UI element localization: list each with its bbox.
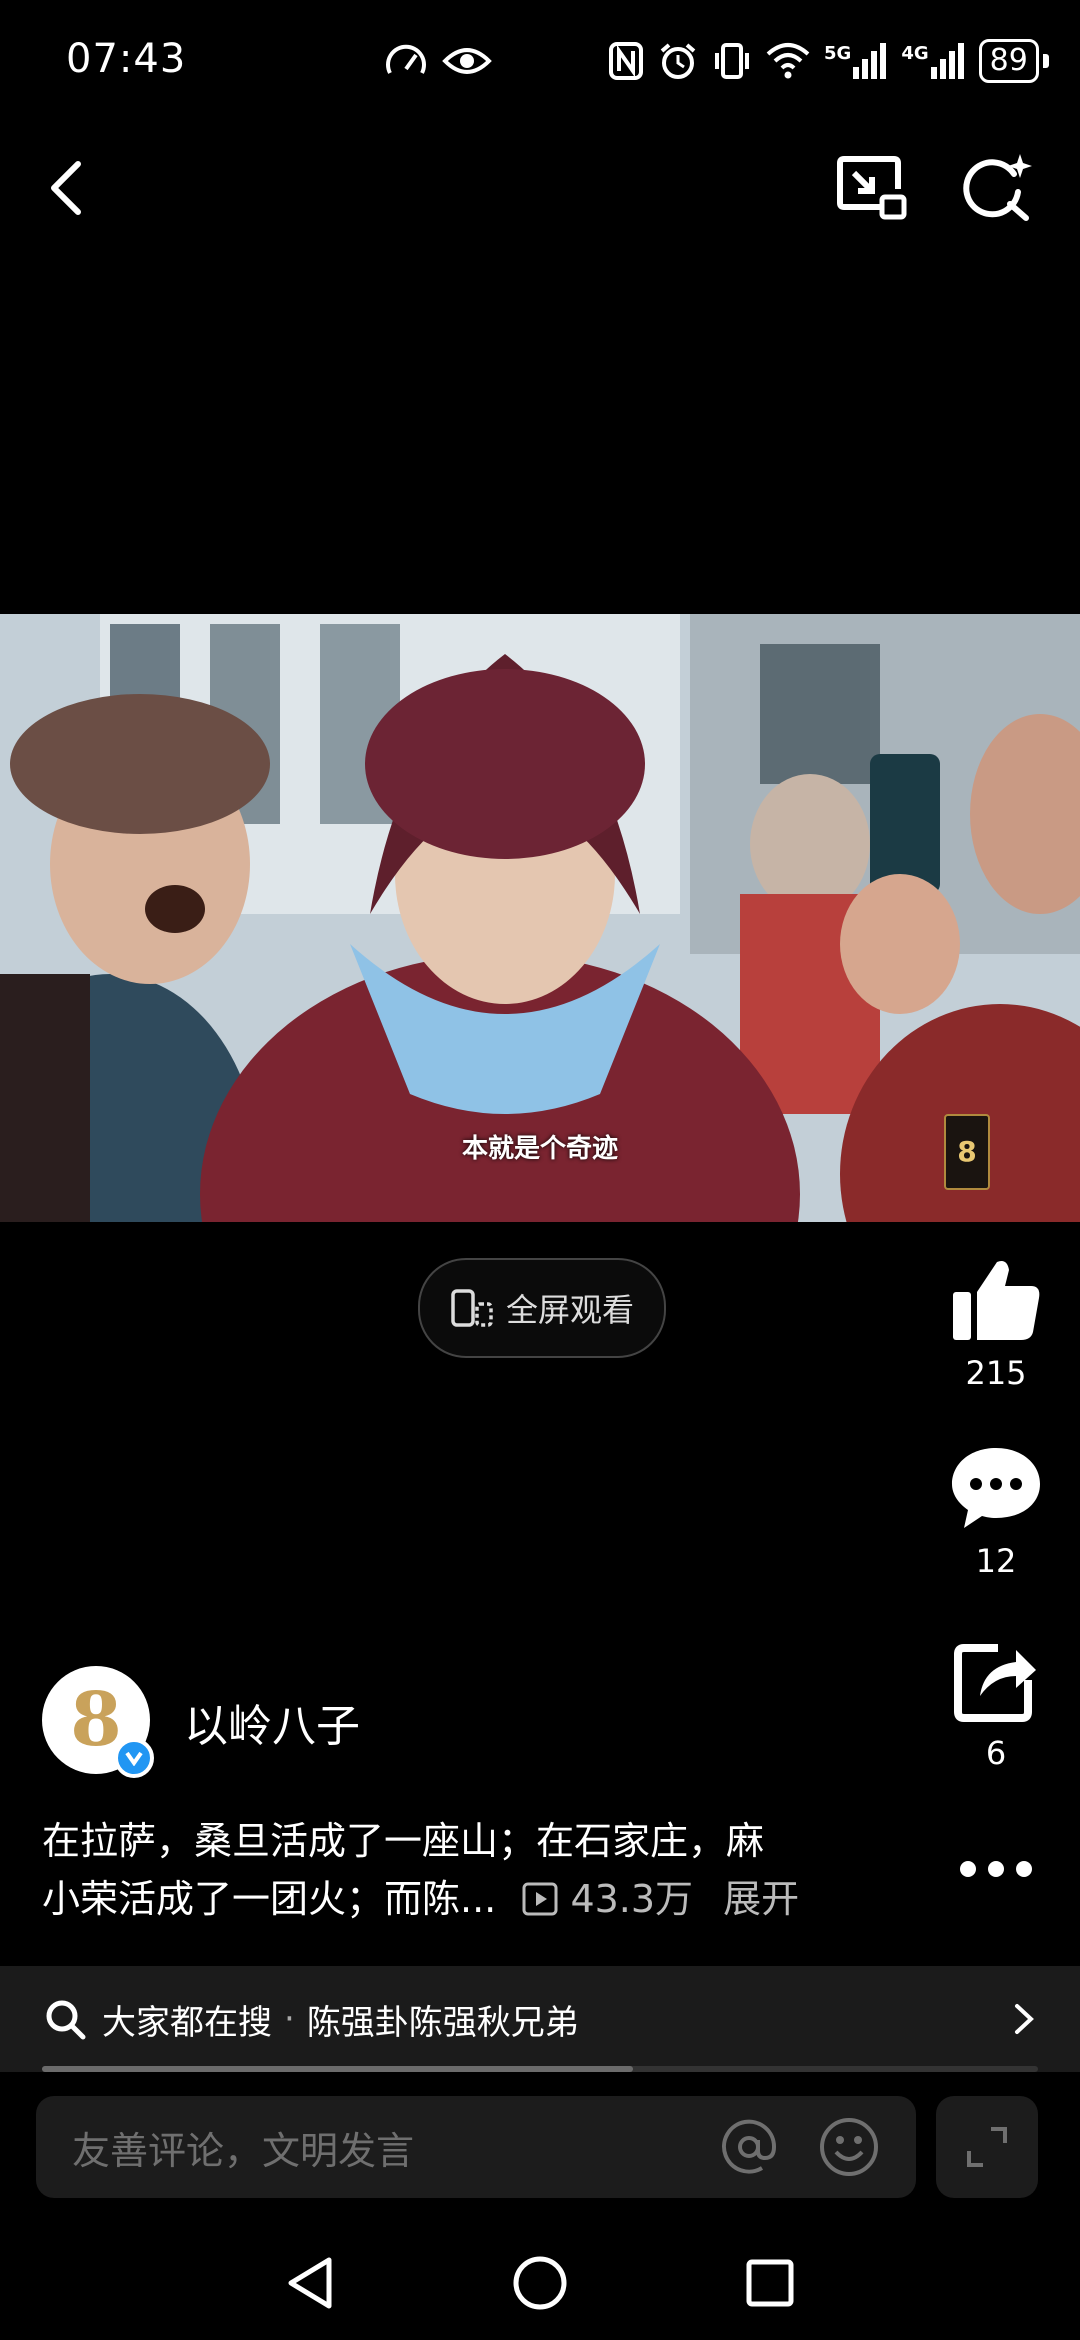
speedometer-icon bbox=[386, 44, 426, 74]
nav-recents-square-icon bbox=[746, 2259, 794, 2307]
comment-button[interactable]: 12 bbox=[940, 1446, 1052, 1580]
mention-at-icon[interactable] bbox=[720, 2118, 778, 2176]
like-button[interactable]: 215 bbox=[940, 1256, 1052, 1392]
nav-back-triangle-icon bbox=[288, 2257, 332, 2309]
view-count: 43.3万 bbox=[570, 1877, 694, 1921]
battery-tip bbox=[1042, 54, 1049, 68]
emoji-smile-icon[interactable] bbox=[818, 2116, 880, 2178]
status-time: 07:43 bbox=[66, 36, 187, 82]
vibrate-icon bbox=[715, 43, 749, 79]
hot-search-bar[interactable]: 大家都在搜 · 陈强卦陈强秋兄弟 bbox=[0, 1966, 1080, 2072]
fullscreen-button[interactable]: 全屏观看 bbox=[418, 1258, 666, 1358]
alarm-icon bbox=[660, 43, 696, 79]
back-button[interactable] bbox=[26, 148, 106, 228]
nav-home-circle-icon bbox=[513, 2256, 567, 2310]
status-left-icons bbox=[384, 38, 492, 84]
expand-link[interactable]: 展开 bbox=[723, 1877, 799, 1921]
expand-corners-icon bbox=[967, 2127, 1007, 2167]
play-count-icon bbox=[522, 1882, 558, 1916]
picture-in-picture-button[interactable] bbox=[832, 148, 912, 228]
eye-icon bbox=[442, 48, 492, 74]
sparkle-search-icon bbox=[963, 154, 1032, 221]
hot-search-prefix: 大家都在搜 bbox=[102, 2002, 272, 2043]
chevron-right-icon bbox=[1015, 2004, 1034, 2034]
signal-5g-label: 5G bbox=[824, 43, 852, 64]
picture-in-picture-icon bbox=[837, 156, 907, 220]
video-description[interactable]: 在拉萨，桑旦活成了一座山；在石家庄，麻 小荣活成了一团火；而陈... 43.3万… bbox=[42, 1812, 892, 1928]
back-arrow-icon bbox=[51, 161, 81, 215]
battery-icon: 89 bbox=[978, 39, 1039, 83]
battery-level: 89 bbox=[989, 43, 1028, 78]
video-subtitle: 本就是个奇迹 bbox=[461, 1134, 618, 1164]
author-avatar[interactable]: 8 bbox=[42, 1666, 154, 1778]
like-count: 215 bbox=[965, 1354, 1027, 1392]
comment-input[interactable]: 友善评论，文明发言 bbox=[36, 2096, 916, 2198]
video-progress-fill bbox=[42, 2066, 633, 2072]
thumbs-up-icon bbox=[953, 1261, 1040, 1340]
nfc-icon bbox=[609, 42, 643, 80]
video-progress-bar[interactable] bbox=[42, 2066, 1038, 2072]
nav-back-button[interactable] bbox=[270, 2248, 350, 2318]
signal-4g-icon: 4G bbox=[901, 43, 964, 79]
status-right-icons: 5G 4G 89 bbox=[608, 38, 1049, 84]
description-line-2-text: 小荣活成了一团火；而陈... bbox=[42, 1877, 497, 1921]
expand-comments-button[interactable] bbox=[936, 2096, 1038, 2198]
view-count-group: 43.3万 bbox=[522, 1877, 705, 1921]
search-button[interactable] bbox=[958, 148, 1038, 228]
author-name[interactable]: 以岭八子 bbox=[184, 1690, 360, 1754]
description-line-2: 小荣活成了一团火；而陈... 43.3万 展开 bbox=[42, 1870, 892, 1928]
comment-bubble-icon bbox=[952, 1448, 1040, 1528]
rotate-screen-icon bbox=[451, 1289, 493, 1327]
hot-search-separator: · bbox=[284, 1999, 295, 2039]
more-options-button[interactable] bbox=[958, 1854, 1034, 1884]
hot-search-query: 陈强卦陈强秋兄弟 bbox=[306, 2002, 579, 2043]
avatar-logo-digit: 8 bbox=[70, 1677, 122, 1763]
comment-count: 12 bbox=[975, 1542, 1017, 1580]
signal-4g-label: 4G bbox=[901, 43, 929, 64]
signal-5g-icon: 5G bbox=[824, 43, 887, 79]
search-icon bbox=[46, 2000, 86, 2040]
nav-recents-button[interactable] bbox=[730, 2248, 810, 2318]
more-dots-icon bbox=[960, 1861, 1032, 1877]
comment-placeholder: 友善评论，文明发言 bbox=[72, 2128, 415, 2173]
wifi-icon bbox=[766, 43, 810, 79]
share-button[interactable]: 6 bbox=[940, 1640, 1052, 1772]
nav-home-button[interactable] bbox=[500, 2248, 580, 2318]
fullscreen-label: 全屏观看 bbox=[505, 1291, 634, 1329]
share-count: 6 bbox=[985, 1734, 1007, 1772]
verified-badge-icon bbox=[114, 1738, 154, 1778]
share-icon bbox=[954, 1644, 1036, 1722]
description-line-1: 在拉萨，桑旦活成了一座山；在石家庄，麻 bbox=[42, 1819, 765, 1863]
